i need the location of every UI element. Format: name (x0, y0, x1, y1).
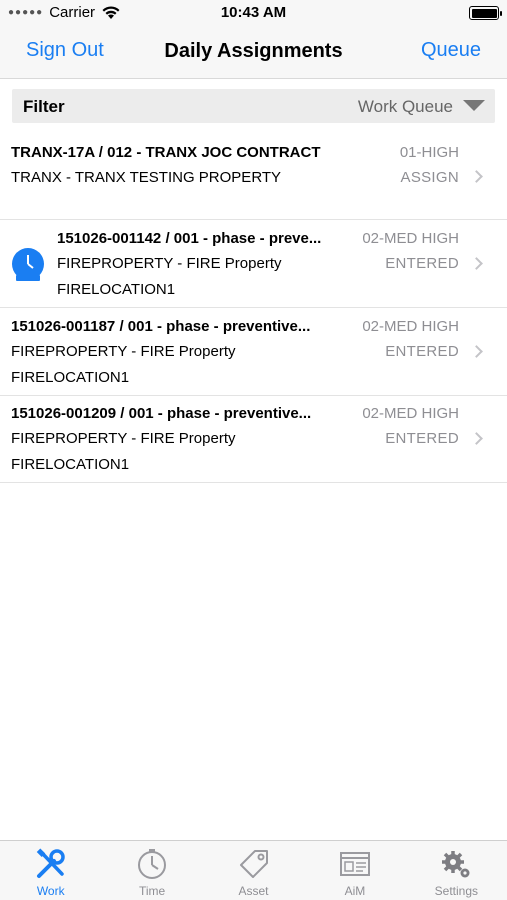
tab-asset[interactable]: Asset (203, 841, 304, 900)
assignment-title: 151026-001187 / 001 - phase - preventive… (11, 318, 311, 335)
wrench-screwdriver-icon (36, 848, 65, 878)
clock-time: 10:43 AM (220, 4, 287, 21)
battery-icon (469, 6, 502, 20)
caret-down-icon (463, 100, 485, 111)
chevron-right-icon (470, 432, 483, 445)
assignment-property: FIREPROPERTY - FIRE Property (11, 430, 236, 447)
assignment-priority: 01-HIGH (399, 144, 459, 161)
assignment-status: ASSIGN (400, 169, 459, 186)
assignment-title: TRANX-17A / 012 - TRANX JOC CONTRACT (11, 144, 321, 161)
tab-work[interactable]: Work (0, 841, 101, 900)
chevron-right-icon (470, 345, 483, 358)
assignment-row[interactable]: 151026-001187 / 001 - phase - preventive… (0, 308, 507, 396)
gears-icon (442, 851, 470, 878)
tab-settings[interactable]: Settings (406, 841, 507, 900)
assignment-priority: 02-MED HIGH (362, 318, 459, 335)
assignment-property: TRANX - TRANX TESTING PROPERTY (11, 169, 282, 186)
tab-asset-label: Asset (238, 884, 269, 898)
assignment-location: FIRELOCATION1 (11, 369, 130, 386)
assignment-property: FIREPROPERTY - FIRE Property (11, 343, 236, 360)
assignment-row[interactable]: 151026-001142 / 001 - phase - preve... F… (0, 220, 507, 308)
filter-selected-value: Work Queue (357, 97, 453, 116)
assignment-location: FIRELOCATION1 (11, 456, 130, 473)
tag-icon (239, 850, 268, 878)
assignment-title: 151026-001209 / 001 - phase - preventive… (11, 405, 312, 422)
assignment-status: ENTERED (385, 255, 459, 272)
stopwatch-icon (138, 849, 167, 879)
assignment-property: FIREPROPERTY - FIRE Property (57, 255, 282, 272)
status-bar: ●●●●● Carrier 10:43 AM (0, 0, 507, 26)
assignment-row[interactable]: 151026-001209 / 001 - phase - preventive… (0, 396, 507, 483)
tab-settings-label: Settings (434, 884, 478, 898)
tab-time[interactable]: Time (101, 841, 202, 900)
queue-button[interactable]: Queue (421, 39, 481, 62)
clock-icon (12, 248, 44, 281)
chevron-right-icon (470, 257, 483, 270)
tab-aim-label: AiM (344, 884, 366, 898)
navigation-bar: Sign Out Daily Assignments Queue (0, 26, 507, 79)
assignment-location: FIRELOCATION1 (57, 281, 176, 298)
browser-window-icon (339, 852, 370, 876)
assignment-status: ENTERED (385, 430, 459, 447)
tab-work-label: Work (36, 884, 65, 898)
assignment-priority: 02-MED HIGH (362, 230, 459, 247)
filter-label: Filter (23, 97, 65, 116)
assignment-title: 151026-001142 / 001 - phase - preve... (57, 230, 322, 247)
chevron-right-icon (470, 170, 483, 183)
tab-time-label: Time (138, 884, 166, 898)
assignment-row[interactable]: TRANX-17A / 012 - TRANX JOC CONTRACT TRA… (0, 134, 507, 220)
tab-bar: Work Time Asset AiM Settings (0, 840, 507, 900)
filter-dropdown[interactable]: Filter Work Queue (12, 89, 495, 123)
assignment-status: ENTERED (385, 343, 459, 360)
tab-aim[interactable]: AiM (304, 841, 405, 900)
assignment-priority: 02-MED HIGH (362, 405, 459, 422)
